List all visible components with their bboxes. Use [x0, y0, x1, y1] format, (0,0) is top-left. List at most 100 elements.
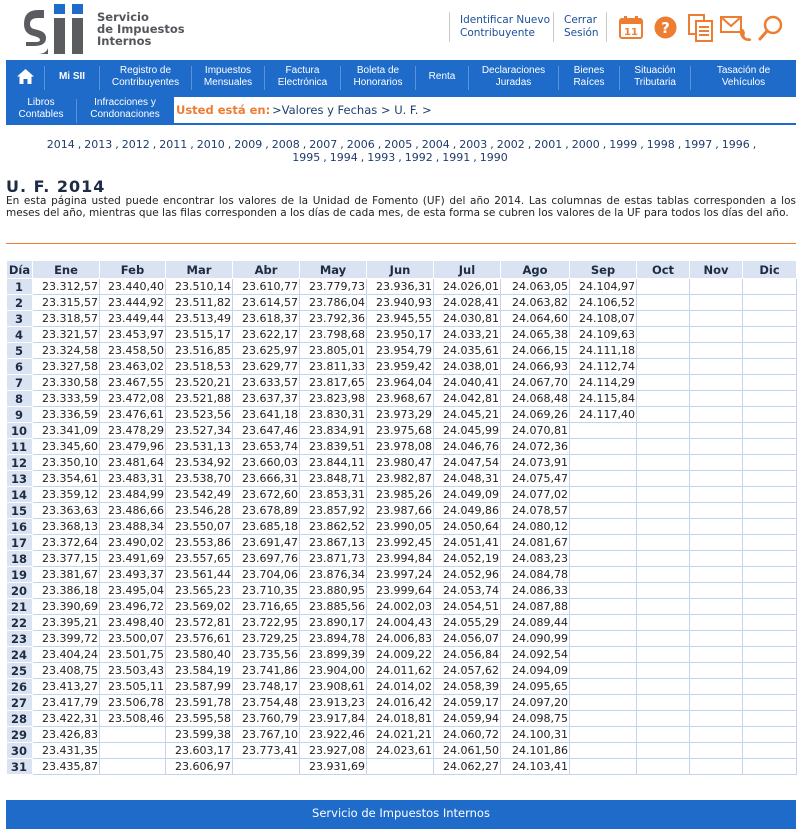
year-link-2001[interactable]: 2001 — [534, 138, 562, 151]
header-divider — [449, 12, 450, 42]
uf-value-cell — [742, 358, 797, 375]
uf-value-cell: 23.444,92 — [99, 294, 166, 311]
day-cell: 9 — [6, 406, 33, 423]
nav-declaraciones-juradas[interactable]: Declaraciones Juradas — [469, 60, 558, 93]
uf-value-cell: 23.637,37 — [232, 390, 300, 407]
year-link-2012[interactable]: 2012 — [122, 138, 150, 151]
year-link-2002[interactable]: 2002 — [497, 138, 525, 151]
table-row: 25 23.408,75 23.503,43 23.584,19 23.741,86 23… — [6, 662, 797, 679]
uf-value-cell — [742, 326, 797, 343]
uf-value-cell — [742, 422, 797, 439]
year-link-1996[interactable]: 1996 — [722, 138, 750, 151]
search-icon[interactable] — [758, 15, 784, 41]
uf-value-cell: 23.817,65 — [299, 374, 367, 391]
nav-label: Bienes — [573, 64, 605, 76]
uf-value-cell: 23.363,63 — [32, 502, 100, 519]
uf-value-cell — [689, 582, 743, 599]
nav-boleta-honorarios[interactable]: Boleta de Honorarios — [341, 60, 415, 93]
nav-tasacion-vehiculos[interactable]: Tasación de Vehículos — [691, 60, 796, 93]
year-link-2000[interactable]: 2000 — [572, 138, 600, 151]
uf-value-cell — [569, 486, 637, 503]
nav-libros-contables[interactable]: Libros Contables — [6, 93, 76, 124]
table-row: 2 23.315,57 23.444,92 23.511,82 23.614,57 23.… — [6, 294, 797, 311]
uf-value-cell: 23.848,71 — [299, 470, 367, 487]
nav-infracciones-condonaciones[interactable]: Infracciones y Condonaciones — [77, 93, 173, 124]
table-row: 26 23.413,27 23.505,11 23.587,99 23.748,17 23… — [6, 678, 797, 695]
uf-value-cell — [689, 294, 743, 311]
uf-value-cell — [689, 678, 743, 695]
uf-value-cell: 23.599,38 — [165, 726, 233, 743]
help-icon[interactable]: ? — [654, 16, 677, 39]
uf-value-cell: 24.067,70 — [500, 374, 570, 391]
year-link-1995[interactable]: 1995 — [292, 151, 320, 164]
column-header-month: Jun — [366, 260, 434, 279]
breadcrumb-path[interactable]: >Valores y Fechas > U. F. > — [272, 103, 432, 117]
nav-bienes-raices[interactable]: Bienes Raíces — [559, 60, 619, 93]
year-link-1993[interactable]: 1993 — [367, 151, 395, 164]
uf-value-cell: 23.572,81 — [165, 614, 233, 631]
nav-mi-sii[interactable]: Mi SII — [45, 60, 99, 93]
uf-value-cell: 23.606,97 — [165, 758, 233, 775]
nav-registro-contribuyentes[interactable]: Registro de Contribuyentes — [100, 60, 191, 93]
uf-value-cell: 24.054,51 — [433, 598, 501, 615]
year-link-1990[interactable]: 1990 — [480, 151, 508, 164]
uf-value-cell: 24.016,42 — [366, 694, 434, 711]
column-header-month: Mar — [165, 260, 233, 279]
year-link-2004[interactable]: 2004 — [422, 138, 450, 151]
year-link-2013[interactable]: 2013 — [84, 138, 112, 151]
uf-value-cell: 24.084,78 — [500, 566, 570, 583]
uf-value-cell: 23.542,49 — [165, 486, 233, 503]
calendar-icon[interactable]: 11 — [619, 15, 643, 39]
uf-value-cell: 23.885,56 — [299, 598, 367, 615]
year-link-2010[interactable]: 2010 — [197, 138, 225, 151]
identify-taxpayer-link[interactable]: Identificar Nuevo Contribuyente — [460, 14, 550, 40]
nav-home[interactable] — [6, 60, 44, 93]
uf-value-cell: 24.035,61 — [433, 342, 501, 359]
uf-value-cell: 24.066,15 — [500, 342, 570, 359]
year-link-2003[interactable]: 2003 — [459, 138, 487, 151]
table-row: 14 23.359,12 23.484,99 23.542,49 23.672,60 23… — [6, 486, 797, 503]
uf-value-cell — [636, 758, 690, 775]
nav-renta[interactable]: Renta — [416, 60, 468, 93]
year-link-2007[interactable]: 2007 — [309, 138, 337, 151]
year-link-1999[interactable]: 1999 — [609, 138, 637, 151]
uf-value-cell — [689, 502, 743, 519]
breadcrumb: Usted está en: >Valores y Fechas > U. F.… — [174, 97, 796, 123]
uf-value-cell: 23.417,79 — [32, 694, 100, 711]
uf-value-cell: 23.904,00 — [299, 662, 367, 679]
uf-value-cell: 23.899,39 — [299, 646, 367, 663]
year-link-2008[interactable]: 2008 — [272, 138, 300, 151]
year-separator: , — [565, 138, 569, 151]
logout-link[interactable]: Cerrar Sesión — [564, 14, 599, 40]
uf-value-cell — [636, 278, 690, 295]
uf-value-cell: 23.754,48 — [232, 694, 300, 711]
year-link-2006[interactable]: 2006 — [347, 138, 375, 151]
uf-value-cell: 23.978,08 — [366, 438, 434, 455]
site-footer: Servicio de Impuestos Internos — [6, 800, 796, 829]
year-link-2014[interactable]: 2014 — [47, 138, 75, 151]
year-separator: , — [677, 138, 682, 151]
year-link-1997[interactable]: 1997 — [684, 138, 712, 151]
documents-icon[interactable] — [688, 14, 714, 42]
day-cell: 22 — [6, 614, 33, 631]
nav-situacion-tributaria[interactable]: Situación Tributaria — [620, 60, 690, 93]
uf-value-cell: 23.811,33 — [299, 358, 367, 375]
uf-value-cell — [689, 630, 743, 647]
day-cell: 5 — [6, 342, 33, 359]
mail-phone-icon[interactable] — [720, 14, 752, 42]
year-link-1992[interactable]: 1992 — [405, 151, 433, 164]
year-link-2011[interactable]: 2011 — [159, 138, 187, 151]
uf-value-cell — [742, 518, 797, 535]
nav-impuestos-mensuales[interactable]: Impuestos Mensuales — [192, 60, 264, 93]
table-row: 16 23.368,13 23.488,34 23.550,07 23.685,18 23… — [6, 518, 797, 535]
uf-value-cell: 23.431,35 — [32, 742, 100, 759]
year-link-1994[interactable]: 1994 — [330, 151, 358, 164]
nav-factura-electronica[interactable]: Factura Electrónica — [265, 60, 340, 93]
year-link-1991[interactable]: 1991 — [442, 151, 470, 164]
year-link-2005[interactable]: 2005 — [384, 138, 412, 151]
year-link-1998[interactable]: 1998 — [647, 138, 675, 151]
uf-value-cell: 24.095,65 — [500, 678, 570, 695]
day-cell: 14 — [6, 486, 33, 503]
sii-logo[interactable] — [24, 2, 92, 56]
year-link-2009[interactable]: 2009 — [234, 138, 262, 151]
